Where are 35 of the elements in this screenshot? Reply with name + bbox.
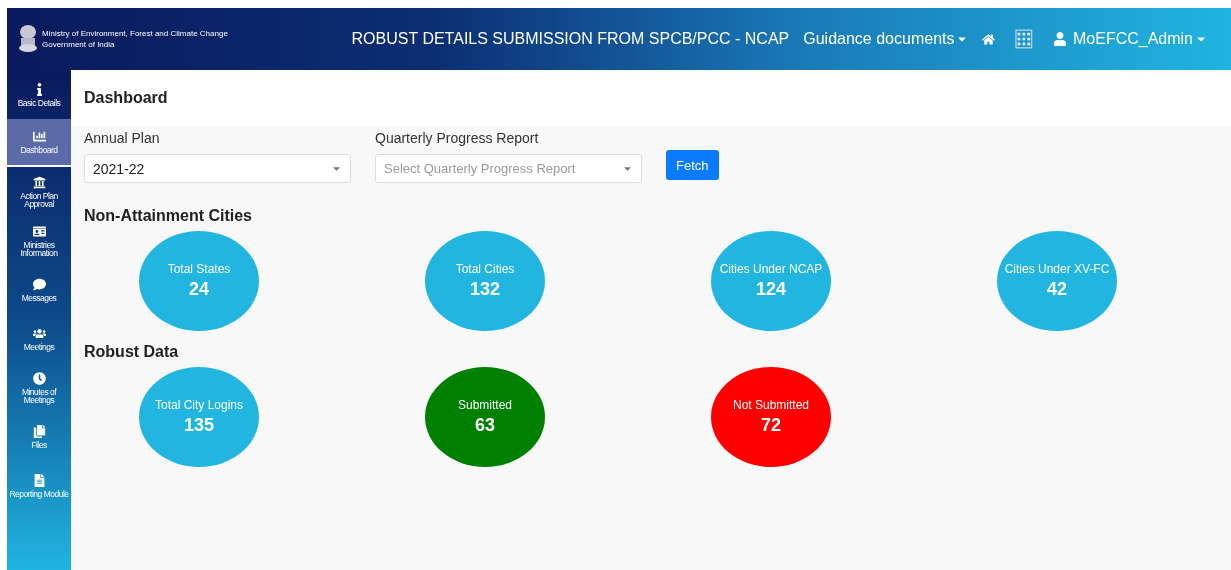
sidebar-item[interactable]: Ministries Information	[7, 216, 71, 265]
stat-label: Total City Logins	[154, 398, 243, 412]
stat-value: 63	[475, 415, 495, 436]
stat-label: Total Cities	[455, 262, 515, 276]
sidebar-item[interactable]: Action Plan Approval	[7, 167, 71, 216]
stat-label: Submitted	[458, 398, 512, 412]
sidebar-item[interactable]: Meetings	[7, 314, 71, 363]
ministry-name: Ministry of Environment, Forest and Climate Change	[42, 28, 228, 39]
guidance-documents-dropdown[interactable]: Guidance documents	[803, 30, 969, 48]
field-label: Annual Plan	[84, 130, 161, 146]
fetch-button[interactable]: Fetch	[666, 150, 719, 180]
stat-value: 72	[761, 415, 781, 436]
page-title: Dashboard	[84, 89, 168, 107]
field-label: Quarterly Progress Report	[375, 130, 540, 146]
sidebar-item[interactable]: Files	[7, 412, 71, 461]
sidebar-item[interactable]: Dashboard	[7, 119, 71, 167]
select-field[interactable]: Select Quarterly Progress Report	[375, 154, 642, 183]
sidebar-item[interactable]: Minutes of Meetings	[7, 363, 71, 412]
sidebar-item[interactable]: Messages	[7, 265, 71, 314]
sidebar-item[interactable]: Reporting Module	[7, 461, 71, 510]
stat-value: 135	[183, 415, 214, 436]
government-name: Government of India	[42, 39, 116, 50]
stat-label: Not Submitted	[732, 398, 809, 412]
stat-value: 132	[469, 279, 500, 300]
sidebar-item[interactable]: Basic Details	[7, 70, 71, 119]
app-title: ROBUST DETAILS SUBMISSION FROM SPCB/PCC - NCAP	[351, 30, 790, 48]
stat-value: 24	[189, 279, 209, 300]
select-field[interactable]: 2021-22	[84, 154, 351, 183]
section-title: Robust Data	[83, 343, 180, 361]
stat-label: Cities Under NCAP	[719, 262, 823, 276]
stat-value: 42	[1047, 279, 1067, 300]
section-title: Non-Attainment Cities	[83, 207, 253, 225]
stat-label: Cities Under XV-FC	[1004, 262, 1110, 276]
stat-label: Total States	[167, 262, 231, 276]
stat-value: 124	[755, 279, 786, 300]
